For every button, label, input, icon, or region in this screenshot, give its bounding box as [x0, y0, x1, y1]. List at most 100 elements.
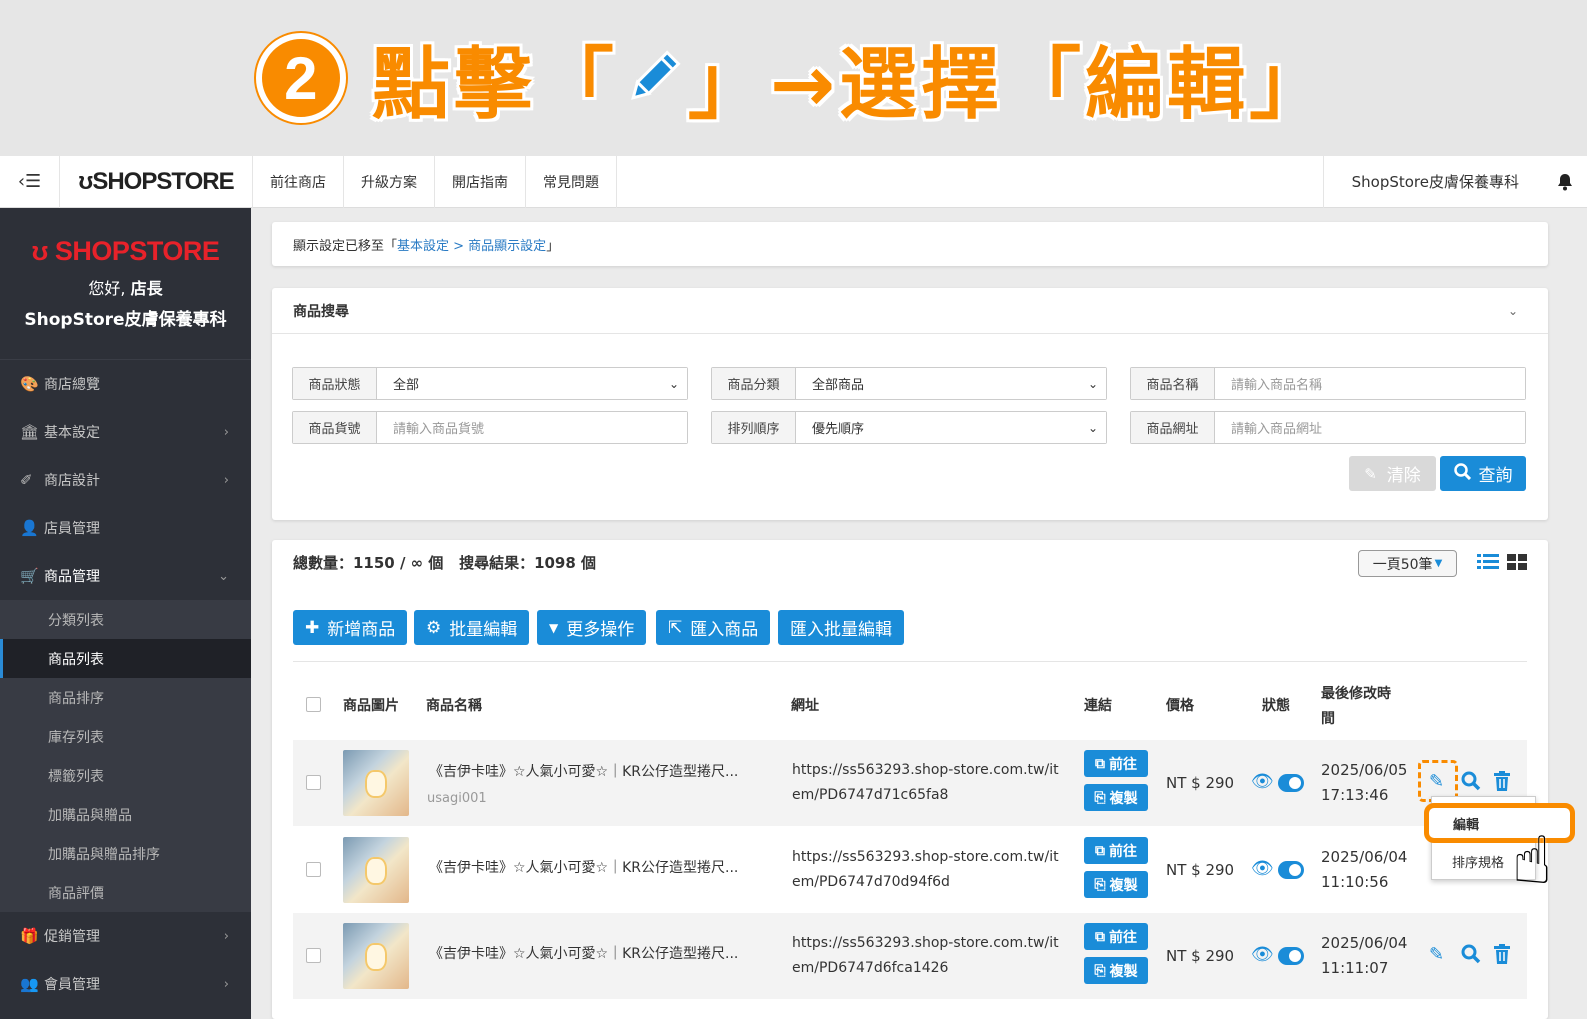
search-icon[interactable]: [1461, 944, 1481, 969]
sidebar-item-store-design[interactable]: ✐ 商店設計 ›: [0, 456, 251, 504]
table-row: 《吉伊卡哇》☆人氣小可愛☆｜KR公仔造型捲尺... https://ss5632…: [293, 827, 1527, 913]
sidebar-sub-inventory[interactable]: 庫存列表: [0, 717, 251, 756]
product-url: https://ss563293.shop-store.com.tw/it em/…: [792, 931, 1059, 981]
product-url: https://ss563293.shop-store.com.tw/it em/…: [792, 845, 1059, 895]
row-checkbox[interactable]: [306, 862, 321, 877]
status-select[interactable]: 商品狀態 全部 ⌄: [292, 367, 688, 400]
status-toggle[interactable]: [1278, 774, 1304, 792]
row-checkbox[interactable]: [306, 775, 321, 790]
go-label: 前往: [1109, 929, 1137, 946]
import-bulk-edit-button[interactable]: 匯入批量編輯: [778, 610, 904, 645]
product-name[interactable]: 《吉伊卡哇》☆人氣小可愛☆｜KR公仔造型捲尺...: [429, 857, 738, 877]
query-button[interactable]: 查詢: [1440, 456, 1526, 491]
bulk-edit-button[interactable]: ⚙ 批量編輯: [414, 610, 530, 645]
palette-icon: 🎨: [20, 375, 39, 393]
sidebar-item-staff[interactable]: 👤 店員管理: [0, 504, 251, 552]
sidebar-sub-category-list[interactable]: 分類列表: [0, 600, 251, 639]
product-url-input[interactable]: 請輸入商品網址: [1215, 412, 1525, 443]
more-actions-button[interactable]: ▼ 更多操作: [537, 610, 647, 645]
store-name-menu[interactable]: ShopStore皮膚保養專科: [1322, 155, 1543, 208]
modified-time: 2025/06/04 11:10:56: [1321, 845, 1407, 895]
menu-toggle-icon[interactable]: ‹☰: [0, 155, 60, 208]
sidebar-sub-addons-sort[interactable]: 加購品與贈品排序: [0, 834, 251, 873]
sidebar-item-promotions[interactable]: 🎁 促銷管理 ›: [0, 912, 251, 960]
product-url-line: https://ss563293.shop-store.com.tw/it: [792, 762, 1059, 778]
per-page-value: 一頁50筆: [1372, 556, 1433, 573]
copy-button[interactable]: ⎘ 複製: [1084, 957, 1148, 984]
eye-icon[interactable]: 👁: [1251, 858, 1274, 879]
pencil-icon[interactable]: ✎: [1429, 944, 1444, 965]
trash-icon[interactable]: [1493, 771, 1511, 796]
user-role: 店長: [130, 279, 163, 298]
go-button[interactable]: ⧉ 前往: [1084, 923, 1148, 950]
copy-button[interactable]: ⎘ 複製: [1084, 871, 1148, 898]
sidebar-sub-product-list[interactable]: 商品列表: [0, 639, 251, 678]
copy-button[interactable]: ⎘ 複製: [1084, 784, 1148, 811]
eye-icon[interactable]: 👁: [1251, 944, 1274, 965]
chevron-right-icon: ›: [223, 928, 229, 944]
category-select[interactable]: 商品分類 全部商品 ⌄: [711, 367, 1107, 400]
status-toggle[interactable]: [1278, 861, 1304, 879]
search-panel-header[interactable]: 商品搜尋 ⌄: [272, 288, 1548, 334]
dropdown-item-edit[interactable]: 編輯: [1424, 803, 1575, 843]
external-link-icon: ⧉: [1095, 928, 1105, 945]
gift-icon: 🎁: [20, 927, 39, 945]
settings-moved-notice: 顯示設定已移至「 基本設定 > 商品顯示設定」: [272, 222, 1548, 266]
add-product-button[interactable]: ✚ 新增商品: [293, 610, 408, 645]
select-all-checkbox[interactable]: [306, 697, 321, 712]
product-thumbnail[interactable]: [343, 750, 409, 816]
sidebar-item-basic-settings[interactable]: 🏛 基本設定 ›: [0, 408, 251, 456]
nav-upgrade-plan[interactable]: 升級方案: [344, 155, 435, 208]
bell-icon[interactable]: [1543, 173, 1587, 191]
sidebar-sub-tags[interactable]: 標籤列表: [0, 756, 251, 795]
sidebar-store-name: ShopStore皮膚保養專科: [24, 310, 227, 330]
plus-icon: ✚: [305, 617, 320, 638]
product-name-input[interactable]: 請輸入商品名稱: [1215, 368, 1525, 399]
notice-link[interactable]: 基本設定 > 商品顯示設定: [397, 235, 546, 254]
status-value[interactable]: 全部 ⌄: [377, 368, 687, 399]
sidebar-item-label: 商店總覽: [44, 377, 100, 393]
chevron-down-icon: ⌄: [218, 568, 229, 584]
search-icon[interactable]: [1461, 771, 1481, 796]
category-value[interactable]: 全部商品 ⌄: [796, 368, 1106, 399]
status-toggle[interactable]: [1278, 947, 1304, 965]
import-products-button[interactable]: ⇱ 匯入商品: [656, 610, 771, 645]
sort-order-value[interactable]: 優先順序 ⌄: [796, 412, 1106, 443]
divider: [293, 661, 1527, 662]
sidebar-item-products[interactable]: 🛒 商品管理 ⌄: [0, 552, 251, 600]
field-label: 商品名稱: [1131, 368, 1215, 399]
product-url-field[interactable]: 商品網址 請輸入商品網址: [1130, 411, 1526, 444]
product-sku-input[interactable]: 請輸入商品貨號: [377, 412, 687, 443]
clear-button[interactable]: ✎ 清除: [1349, 456, 1436, 491]
shopstore-logo[interactable]: ʊSHOPSTORE: [60, 155, 253, 208]
product-url: https://ss563293.shop-store.com.tw/it em/…: [792, 758, 1059, 808]
eye-icon[interactable]: 👁: [1251, 771, 1274, 792]
product-sku-field[interactable]: 商品貨號 請輸入商品貨號: [292, 411, 688, 444]
field-label: 排列順序: [712, 412, 796, 443]
product-thumbnail[interactable]: [343, 923, 409, 989]
nav-store-guide[interactable]: 開店指南: [435, 155, 526, 208]
copy-icon: ⎘: [1094, 789, 1106, 806]
list-view-icon[interactable]: [1477, 552, 1499, 576]
trash-icon[interactable]: [1493, 944, 1511, 969]
nav-faq[interactable]: 常見問題: [526, 155, 617, 208]
product-name-field[interactable]: 商品名稱 請輸入商品名稱: [1130, 367, 1526, 400]
copy-icon: ⎘: [1094, 962, 1106, 979]
go-button[interactable]: ⧉ 前往: [1084, 837, 1148, 864]
grid-view-icon[interactable]: [1507, 552, 1527, 576]
sidebar-item-members[interactable]: 👥 會員管理 ›: [0, 960, 251, 1008]
product-name[interactable]: 《吉伊卡哇》☆人氣小可愛☆｜KR公仔造型捲尺...: [429, 761, 738, 781]
go-button[interactable]: ⧉ 前往: [1084, 750, 1148, 777]
chevron-right-icon: ›: [223, 976, 229, 992]
sidebar-sub-reviews[interactable]: 商品評價: [0, 873, 251, 912]
product-name[interactable]: 《吉伊卡哇》☆人氣小可愛☆｜KR公仔造型捲尺...: [429, 943, 738, 963]
nav-go-store[interactable]: 前往商店: [253, 155, 344, 208]
sort-order-select[interactable]: 排列順序 優先順序 ⌄: [711, 411, 1107, 444]
per-page-select[interactable]: 一頁50筆 ▼: [1358, 550, 1457, 577]
row-checkbox[interactable]: [306, 948, 321, 963]
sidebar-item-label: 商店設計: [44, 473, 100, 489]
sidebar-item-overview[interactable]: 🎨 商店總覽: [0, 360, 251, 408]
product-thumbnail[interactable]: [343, 837, 409, 903]
sidebar-sub-addons[interactable]: 加購品與贈品: [0, 795, 251, 834]
sidebar-sub-product-sort[interactable]: 商品排序: [0, 678, 251, 717]
